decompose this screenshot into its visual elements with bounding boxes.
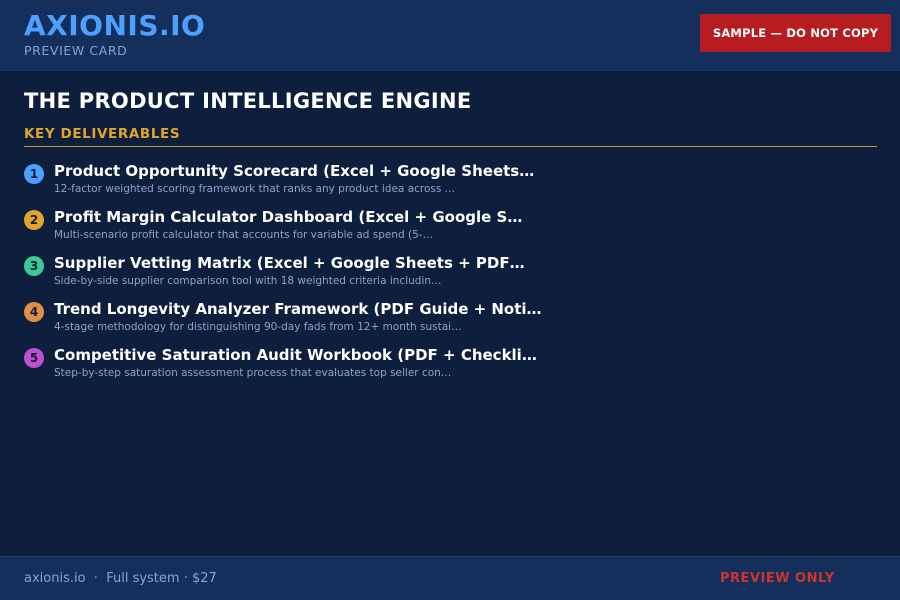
page-title: THE PRODUCT INTELLIGENCE ENGINE [24, 89, 472, 113]
preview-card: AXIONIS.IO PREVIEW CARD SAMPLE — DO NOT … [0, 0, 900, 600]
list-item: 2 Profit Margin Calculator Dashboard (Ex… [24, 206, 877, 252]
item-title: Competitive Saturation Audit Workbook (P… [54, 346, 537, 364]
number-badge: 1 [24, 164, 44, 184]
item-title: Supplier Vetting Matrix (Excel + Google … [54, 254, 525, 272]
section-divider [24, 146, 877, 147]
footer-info: axionis.io · Full system · $27 [24, 571, 217, 586]
number-badge: 4 [24, 302, 44, 322]
header: AXIONIS.IO PREVIEW CARD SAMPLE — DO NOT … [0, 0, 900, 71]
number-badge: 5 [24, 348, 44, 368]
list-item: 1 Product Opportunity Scorecard (Excel +… [24, 160, 877, 206]
list-item: 3 Supplier Vetting Matrix (Excel + Googl… [24, 252, 877, 298]
deliverables-list: 1 Product Opportunity Scorecard (Excel +… [24, 160, 877, 390]
number-badge: 2 [24, 210, 44, 230]
item-description: Multi-scenario profit calculator that ac… [54, 229, 434, 241]
footer: axionis.io · Full system · $27 PREVIEW O… [0, 556, 900, 600]
item-title: Product Opportunity Scorecard (Excel + G… [54, 162, 535, 180]
list-item: 4 Trend Longevity Analyzer Framework (PD… [24, 298, 877, 344]
brand-logo: AXIONIS.IO [24, 9, 206, 42]
item-title: Trend Longevity Analyzer Framework (PDF … [54, 300, 542, 318]
number-badge: 3 [24, 256, 44, 276]
item-description: Step-by-step saturation assessment proce… [54, 367, 452, 379]
sample-badge: SAMPLE — DO NOT COPY [700, 14, 891, 52]
section-label: KEY DELIVERABLES [24, 126, 181, 142]
list-item: 5 Competitive Saturation Audit Workbook … [24, 344, 877, 390]
preview-only-label: PREVIEW ONLY [720, 571, 835, 586]
item-description: Side-by-side supplier comparison tool wi… [54, 275, 442, 287]
item-title: Profit Margin Calculator Dashboard (Exce… [54, 208, 523, 226]
item-description: 4-stage methodology for distinguishing 9… [54, 321, 462, 333]
header-subtitle: PREVIEW CARD [24, 43, 128, 58]
item-description: 12-factor weighted scoring framework tha… [54, 183, 456, 195]
